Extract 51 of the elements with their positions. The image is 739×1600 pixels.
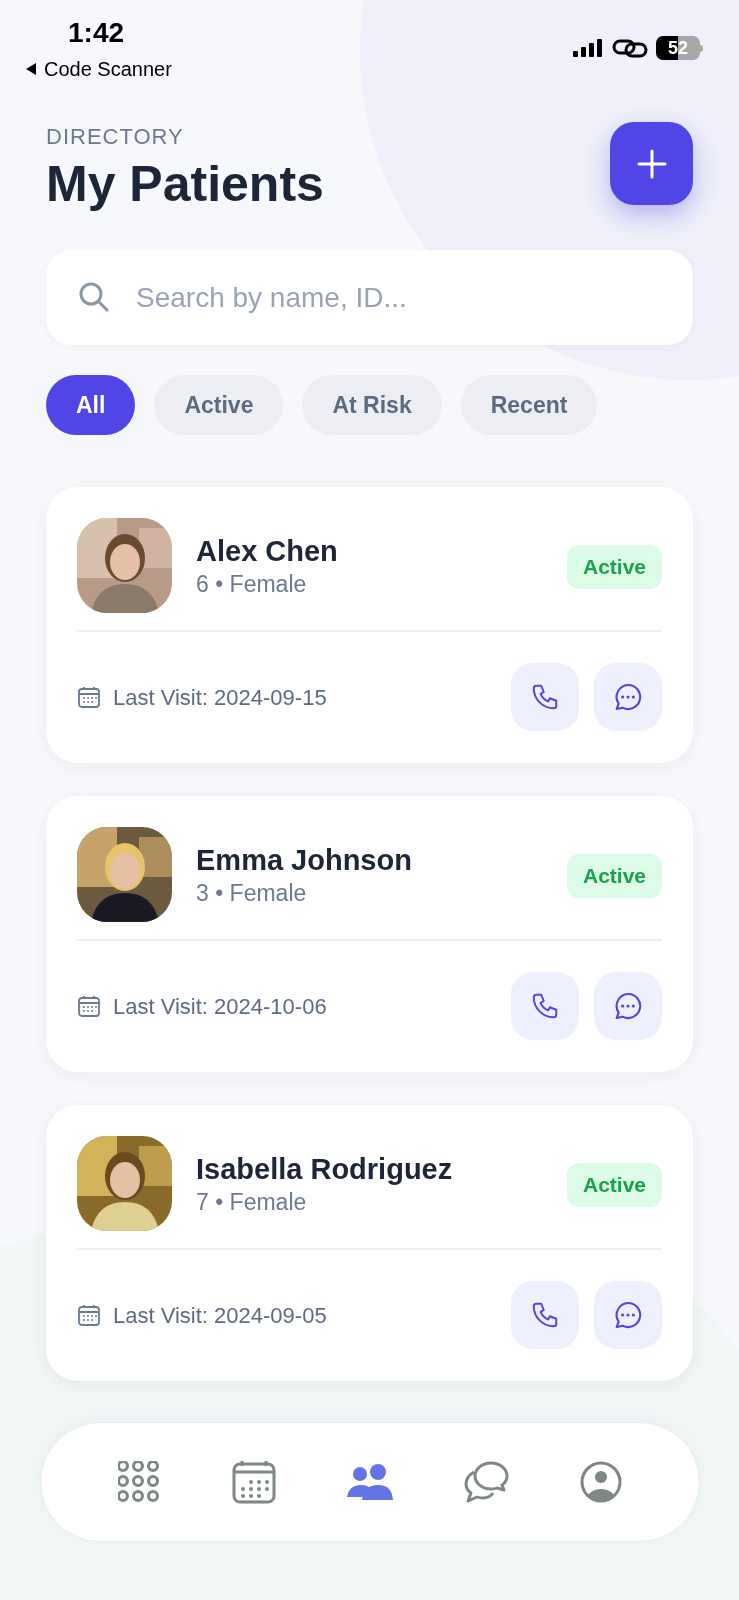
profile-icon bbox=[580, 1461, 623, 1503]
calendar-icon bbox=[77, 994, 101, 1018]
patient-name: Alex Chen bbox=[196, 533, 339, 569]
back-icon[interactable] bbox=[24, 62, 38, 76]
signal-icon bbox=[572, 38, 604, 58]
patient-name: Emma Johnson bbox=[196, 842, 413, 878]
message-button[interactable] bbox=[594, 663, 662, 731]
apps-icon bbox=[117, 1461, 160, 1503]
calendar-icon bbox=[77, 685, 101, 709]
people-icon bbox=[346, 1463, 394, 1501]
patient-details: 6 • Female bbox=[196, 569, 308, 599]
phone-icon bbox=[530, 1300, 560, 1330]
back-link[interactable]: Code Scanner bbox=[44, 54, 172, 84]
search-field[interactable]: Search by name, ID... bbox=[46, 250, 693, 345]
last-visit: Last Visit: 2024-09-15 bbox=[113, 683, 327, 712]
filter-chip[interactable]: All bbox=[46, 375, 136, 435]
patient-name: Isabella Rodriguez bbox=[196, 1151, 454, 1187]
patient-card[interactable]: Alex Chen 6 • Female Active Last Visit: 2024-09-15 bbox=[46, 487, 693, 763]
patient-card[interactable]: Isabella Rodriguez 7 • Female Active Last Visit: 2024-09-05 bbox=[46, 1105, 693, 1381]
call-button[interactable] bbox=[511, 972, 579, 1040]
last-visit: Last Visit: 2024-10-06 bbox=[113, 992, 327, 1021]
link-icon bbox=[612, 37, 648, 59]
calendar-icon bbox=[231, 1459, 278, 1505]
patient-details: 3 • Female bbox=[196, 878, 308, 908]
call-button[interactable] bbox=[511, 663, 579, 731]
filter-chip[interactable]: Recent bbox=[460, 375, 598, 435]
status-time: 1:42 bbox=[68, 16, 126, 50]
call-button[interactable] bbox=[511, 1281, 579, 1349]
status-badge: Active bbox=[566, 1163, 662, 1207]
add-button[interactable] bbox=[610, 122, 693, 205]
filter-chip[interactable]: At Risk bbox=[302, 375, 442, 435]
status-badge: Active bbox=[566, 545, 662, 589]
message-icon bbox=[612, 990, 644, 1022]
phone-icon bbox=[530, 991, 560, 1021]
phone-icon bbox=[530, 682, 560, 712]
page-title: My Patients bbox=[46, 155, 324, 214]
battery-level: 52 bbox=[668, 37, 688, 59]
message-icon bbox=[612, 681, 644, 713]
status-badge: Active bbox=[566, 854, 662, 898]
patient-card[interactable]: Emma Johnson 3 • Female Active Last Visit: 2024-10-06 bbox=[46, 796, 693, 1072]
message-button[interactable] bbox=[594, 1281, 662, 1349]
calendar-icon bbox=[77, 1303, 101, 1327]
search-icon bbox=[78, 281, 110, 313]
patient-details: 7 • Female bbox=[196, 1187, 308, 1217]
message-button[interactable] bbox=[594, 972, 662, 1040]
section-label: DIRECTORY bbox=[46, 124, 185, 150]
plus-icon bbox=[636, 148, 667, 179]
filter-chip[interactable]: Active bbox=[154, 375, 284, 435]
chat-icon bbox=[462, 1460, 509, 1504]
message-icon bbox=[612, 1299, 644, 1331]
last-visit: Last Visit: 2024-09-05 bbox=[113, 1301, 327, 1330]
